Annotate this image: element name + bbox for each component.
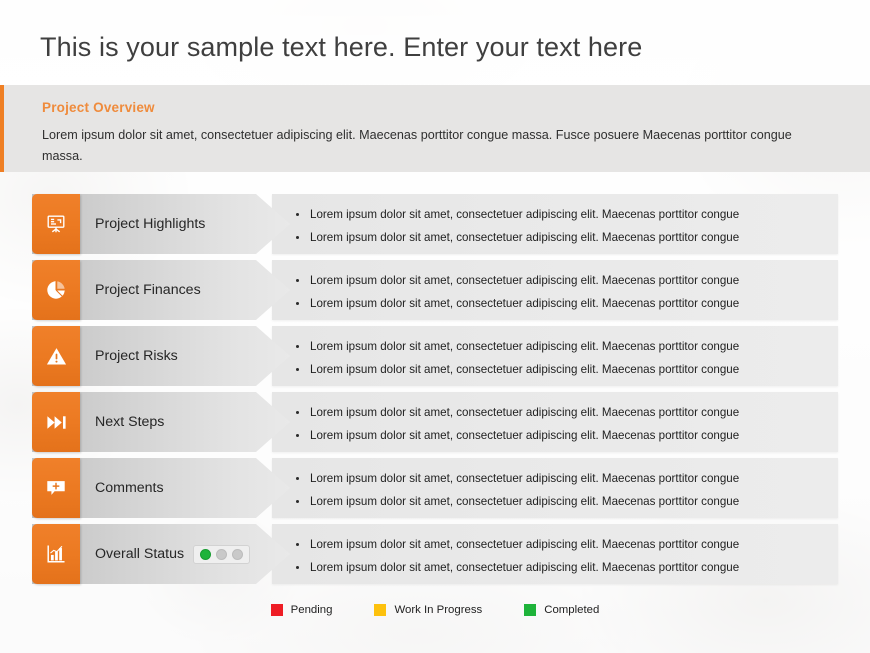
warning-triangle-icon[interactable] bbox=[32, 326, 80, 386]
section-rows-list: Project Highlights Lorem ipsum dolor sit … bbox=[0, 194, 870, 590]
page-title: This is your sample text here. Enter you… bbox=[40, 32, 643, 62]
legend-swatch-icon bbox=[270, 604, 283, 616]
project-overview-heading: Project Overview bbox=[42, 100, 155, 115]
section-row: Project Risks Lorem ipsum dolor sit amet,… bbox=[0, 326, 870, 386]
section-row-bullets: Lorem ipsum dolor sit amet, consectetuer… bbox=[272, 458, 838, 518]
bullet-item: Lorem ipsum dolor sit amet, consectetuer… bbox=[294, 203, 824, 226]
legend-label: Completed bbox=[544, 604, 600, 616]
status-badge[interactable] bbox=[193, 544, 251, 564]
section-row-title-text: Project Finances bbox=[95, 282, 201, 298]
section-row-label-block[interactable]: Comments bbox=[32, 458, 290, 518]
section-row-title: Next Steps bbox=[95, 392, 164, 452]
bullet-item: Lorem ipsum dolor sit amet, consectetuer… bbox=[294, 292, 824, 315]
bullet-item: Lorem ipsum dolor sit amet, consectetuer… bbox=[294, 490, 824, 513]
section-row-label-block[interactable]: Project Risks bbox=[32, 326, 290, 386]
section-row-title: Project Finances bbox=[95, 260, 201, 320]
section-row-label-block[interactable]: Project Finances bbox=[32, 260, 290, 320]
legend-label: Pending bbox=[290, 604, 333, 616]
section-row-title-text: Overall Status bbox=[95, 546, 185, 562]
status-dot[interactable] bbox=[232, 548, 244, 560]
section-row-title-text: Next Steps bbox=[95, 414, 165, 430]
title-band: This is your sample text here. Enter you… bbox=[0, 0, 870, 85]
bullet-item: Lorem ipsum dolor sit amet, consectetuer… bbox=[294, 226, 824, 249]
bar-chart-icon[interactable] bbox=[32, 524, 80, 584]
legend-item: Completed bbox=[524, 604, 599, 616]
skip-forward-icon[interactable] bbox=[32, 392, 80, 452]
section-row-label-block[interactable]: Project Highlights bbox=[32, 194, 290, 254]
legend-item: Pending bbox=[270, 604, 333, 616]
project-overview-body: Lorem ipsum dolor sit amet, consectetuer… bbox=[42, 128, 792, 163]
section-row-title-text: Comments bbox=[95, 480, 164, 496]
section-row-bullets: Lorem ipsum dolor sit amet, consectetuer… bbox=[272, 326, 838, 386]
legend-label: Work In Progress bbox=[394, 604, 483, 616]
status-dot[interactable] bbox=[216, 548, 228, 560]
section-row: Next Steps Lorem ipsum dolor sit amet, co… bbox=[0, 392, 870, 452]
section-row-title-text: Project Risks bbox=[95, 348, 178, 364]
section-row-bullets: Lorem ipsum dolor sit amet, consectetuer… bbox=[272, 392, 838, 452]
bullet-item: Lorem ipsum dolor sit amet, consectetuer… bbox=[294, 424, 824, 447]
section-row-label-block[interactable]: Next Steps bbox=[32, 392, 290, 452]
comment-add-icon[interactable] bbox=[32, 458, 80, 518]
section-row-title: Overall Status bbox=[95, 524, 251, 584]
section-row-bullets: Lorem ipsum dolor sit amet, consectetuer… bbox=[272, 260, 838, 320]
bullet-item: Lorem ipsum dolor sit amet, consectetuer… bbox=[294, 269, 824, 292]
section-row: Project Highlights Lorem ipsum dolor sit … bbox=[0, 194, 870, 254]
project-overview-panel: Project Overview Lorem ipsum dolor sit a… bbox=[0, 85, 870, 172]
status-dot[interactable] bbox=[200, 548, 212, 560]
section-row-label-block[interactable]: Overall Status bbox=[32, 524, 290, 584]
section-row-title: Comments bbox=[95, 458, 164, 518]
status-legend: Pending Work In Progress Completed bbox=[0, 604, 870, 616]
section-row-bullets: Lorem ipsum dolor sit amet, consectetuer… bbox=[272, 194, 838, 254]
bullet-item: Lorem ipsum dolor sit amet, consectetuer… bbox=[294, 467, 824, 490]
bullet-item: Lorem ipsum dolor sit amet, consectetuer… bbox=[294, 401, 824, 424]
legend-item: Work In Progress bbox=[374, 604, 482, 616]
pie-chart-icon[interactable] bbox=[32, 260, 80, 320]
bullet-item: Lorem ipsum dolor sit amet, consectetuer… bbox=[294, 533, 824, 556]
section-row-bullets: Lorem ipsum dolor sit amet, consectetuer… bbox=[272, 524, 838, 584]
legend-swatch-icon bbox=[374, 604, 387, 616]
bullet-item: Lorem ipsum dolor sit amet, consectetuer… bbox=[294, 335, 824, 358]
section-row-title: Project Risks bbox=[95, 326, 178, 386]
section-row-title-text: Project Highlights bbox=[95, 216, 206, 232]
slide-canvas: This is your sample text here. Enter you… bbox=[0, 0, 870, 653]
section-row: Comments Lorem ipsum dolor sit amet, cons… bbox=[0, 458, 870, 518]
section-row-title: Project Highlights bbox=[95, 194, 205, 254]
bullet-item: Lorem ipsum dolor sit amet, consectetuer… bbox=[294, 358, 824, 381]
section-row: Project Finances Lorem ipsum dolor sit am… bbox=[0, 260, 870, 320]
bullet-item: Lorem ipsum dolor sit amet, consectetuer… bbox=[294, 556, 824, 579]
legend-swatch-icon bbox=[524, 604, 537, 616]
section-row: Overall Status Lorem ipsum dolor sit amet… bbox=[0, 524, 870, 584]
presentation-board-icon[interactable] bbox=[32, 194, 80, 254]
